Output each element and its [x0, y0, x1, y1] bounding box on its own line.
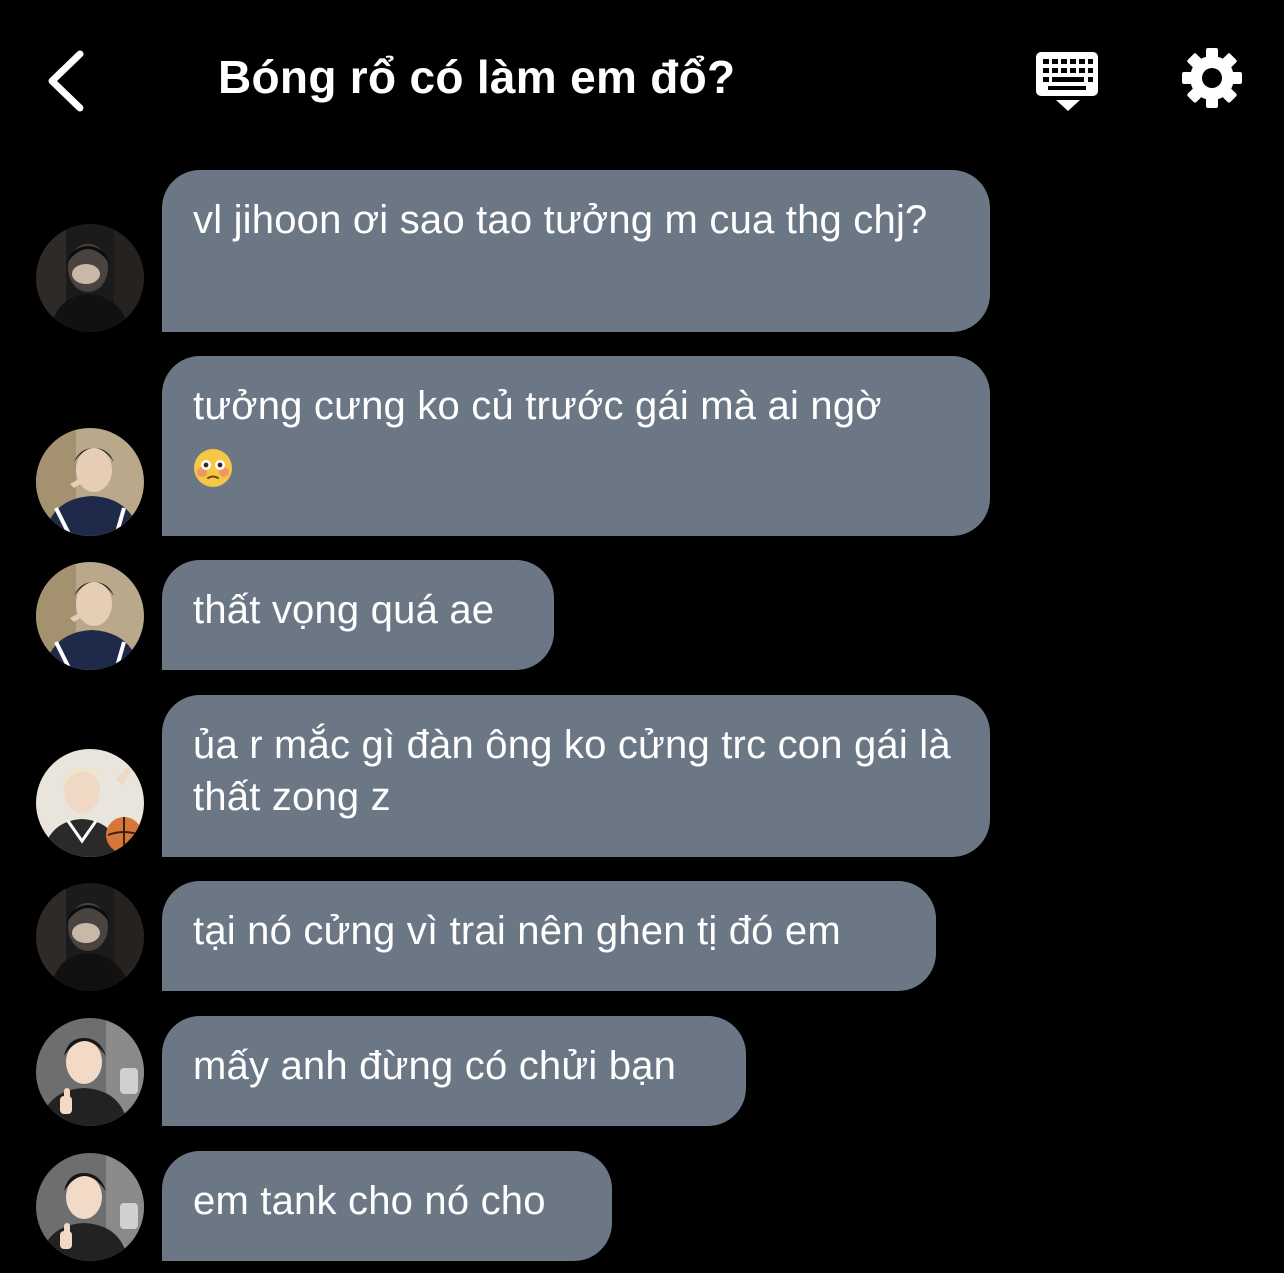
message-bubble: vl jihoon ơi sao tao tưởng m cua thg chj… — [162, 170, 990, 332]
message-text: tưởng cưng ko củ trước gái mà ai ngờ — [193, 384, 882, 428]
gear-icon — [1182, 48, 1242, 108]
message-text: em tank cho nó cho — [193, 1179, 546, 1223]
message-row: tại nó cửng vì trai nên ghen tị đó em — [0, 881, 1284, 991]
avatar-dark-hoodie — [36, 224, 144, 332]
avatar-blonde-basketball — [36, 749, 144, 857]
message-text: tại nó cửng vì trai nên ghen tị đó em — [193, 909, 841, 953]
chat-title: Bóng rổ có làm em đổ? — [218, 51, 736, 103]
avatar-thumbs-up — [36, 1018, 144, 1126]
message-row: thất vọng quá ae — [0, 560, 1284, 670]
message-text: ủa r mắc gì đàn ông ko cửng trc con gái … — [193, 723, 951, 819]
message-bubble: thất vọng quá ae — [162, 560, 554, 670]
message-bubble: tại nó cửng vì trai nên ghen tị đó em — [162, 881, 936, 991]
keyboard-button[interactable] — [1034, 48, 1102, 114]
message-row: tưởng cưng ko củ trước gái mà ai ngờ — [0, 356, 1284, 536]
message-bubble: tưởng cưng ko củ trước gái mà ai ngờ — [162, 356, 990, 536]
message-text: thất vọng quá ae — [193, 588, 495, 632]
flushed-face-emoji-icon — [194, 449, 232, 487]
avatar[interactable] — [36, 428, 144, 536]
avatar-thumbs-up — [36, 1153, 144, 1261]
back-button[interactable] — [40, 44, 100, 116]
message-bubble: em tank cho nó cho — [162, 1151, 612, 1261]
message-text: mấy anh đừng có chửi bạn — [193, 1044, 677, 1088]
chat-header: Bóng rổ có làm em đổ? — [0, 0, 1284, 160]
avatar[interactable] — [36, 1018, 144, 1126]
message-text: vl jihoon ơi sao tao tưởng m cua thg chj… — [193, 198, 928, 242]
avatar-varsity-jacket — [36, 562, 144, 670]
message-bubble: mấy anh đừng có chửi bạn — [162, 1016, 746, 1126]
avatar[interactable] — [36, 224, 144, 332]
message-row: vl jihoon ơi sao tao tưởng m cua thg chj… — [0, 170, 1284, 332]
chat-screen: Bóng rổ có làm em đổ? vl jihoon ơi sao t… — [0, 0, 1284, 1273]
keyboard-icon — [1036, 52, 1098, 111]
avatar[interactable] — [36, 883, 144, 991]
settings-button[interactable] — [1180, 46, 1244, 110]
avatar[interactable] — [36, 562, 144, 670]
avatar-varsity-jacket — [36, 428, 144, 536]
message-bubble: ủa r mắc gì đàn ông ko cửng trc con gái … — [162, 695, 990, 857]
emoji-line — [193, 442, 956, 490]
avatar[interactable] — [36, 749, 144, 857]
message-row: ủa r mắc gì đàn ông ko cửng trc con gái … — [0, 695, 1284, 857]
message-row: em tank cho nó cho — [0, 1151, 1284, 1261]
avatar[interactable] — [36, 1153, 144, 1261]
message-row: mấy anh đừng có chửi bạn — [0, 1016, 1284, 1126]
chevron-left-icon — [48, 50, 84, 112]
avatar-dark-hoodie — [36, 883, 144, 991]
